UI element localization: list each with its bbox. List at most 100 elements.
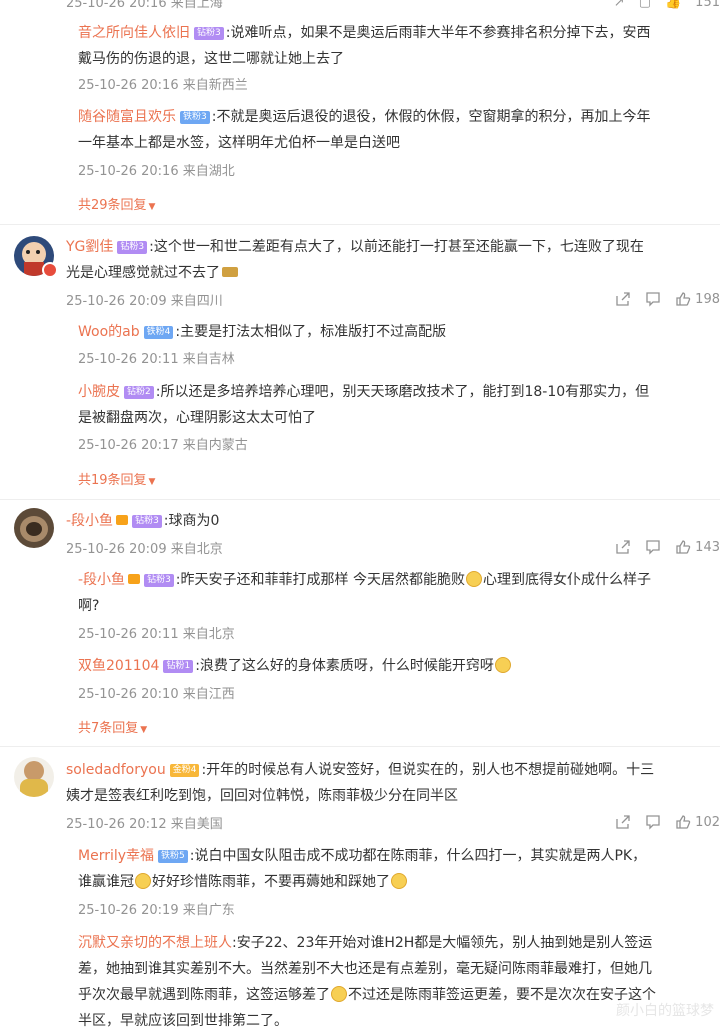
comment-icon[interactable] (645, 291, 661, 307)
like-icon (676, 292, 691, 306)
more-replies-link[interactable]: 共7条回复 ▼ (78, 717, 147, 736)
reply-text-cont: 戴马伤的伤退的退，这世二哪就让她上去了 (78, 51, 344, 67)
emoji-icon (494, 657, 511, 673)
fan-badge: 铁粉4 (143, 326, 174, 339)
comment-text-cont: 光是心理感觉就过不去了 (66, 265, 220, 281)
reply-author[interactable]: Woo的ab (78, 324, 140, 340)
more-replies-link[interactable]: 共29条回复 ▼ (78, 194, 155, 213)
fan-badge: 钻粉3 (117, 241, 148, 254)
like-icon[interactable]: 👍 (665, 0, 681, 10)
divider (0, 224, 720, 225)
share-icon[interactable] (615, 291, 631, 307)
divider (0, 746, 720, 747)
reply-text-cont: 乎次次最早就遇到陈雨菲，这签运够差了 (78, 987, 330, 1003)
reply-text-cont: 一年基本上都是水签，这样明年尤伯杯一单是白送吧 (78, 135, 400, 151)
reply-meta: 25-10-26 20:11 来自吉林 (78, 352, 235, 367)
reply: 音之所向佳人依旧 钻粉3:说难听点，如果不是奥运后雨菲大半年不参赛排名积分掉下去，… (78, 20, 718, 72)
comment-text: :球商为0 (163, 513, 220, 529)
like-button[interactable]: 102 (675, 814, 720, 830)
fan-badge: 铁粉5 (158, 850, 188, 863)
fan-badge: 钻粉1 (163, 660, 194, 673)
fan-badge: 钻粉3 (132, 515, 162, 528)
reply: Woo的ab 铁粉4:主要是打法太相似了，标准版打不过高配版 (78, 319, 718, 345)
comment-actions: 143 (580, 537, 720, 557)
avatar[interactable] (14, 757, 54, 797)
reply-author[interactable]: 双鱼201104 (78, 658, 159, 674)
like-icon (676, 815, 691, 829)
comment: soledadforyou 金粉4:开年的时候总有人说安签好，但说实在的，别人也不… (66, 757, 716, 809)
reply-text-cont: 不过还是陈雨菲签运更差，要不是次次在安子这个 (348, 987, 656, 1003)
reply-author[interactable]: 随谷随富且欢乐 (78, 109, 176, 125)
emoji-icon (135, 873, 151, 889)
comment-author[interactable]: YG劉佳 (66, 239, 113, 255)
reply-text-cont: 好好珍惜陈雨菲，不要再薅她和踩她了 (152, 874, 390, 890)
crown-icon (116, 515, 129, 525)
reply: 随谷随富且欢乐 铁粉3:不就是奥运后退役的退役，休假的休假，空窗期拿的积分，再加上… (78, 104, 718, 156)
comment-text: :这个世一和世二差距有点大了，以前还能打一打甚至还能赢一下，七连败了现在 (149, 239, 644, 255)
share-icon[interactable]: ↗ (614, 0, 625, 10)
reply-text: :安子22、23年开始对谁H2H都是大幅领先，别人抽到她是别人签运 (232, 935, 653, 951)
reply-text-cont: 谁赢谁冠 (78, 874, 134, 890)
comment-icon[interactable]: ▢ (639, 0, 651, 10)
like-button[interactable]: 198 (675, 291, 720, 307)
reply: 双鱼201104 钻粉1:浪费了这么好的身体素质呀，什么时候能开窍呀 (78, 653, 718, 679)
reply-meta: 25-10-26 20:16 来自新西兰 (78, 78, 248, 93)
reply-text: 心理到底得女仆成什么样子 (482, 572, 651, 588)
more-replies-link[interactable]: 共19条回复 ▼ (78, 469, 155, 488)
crown-icon (128, 574, 141, 584)
comment-text-cont: 姨才是签表红利吃到饱，回回对位韩悦，陈雨菲极少分在同半区 (66, 788, 458, 804)
reply-author[interactable]: 沉默又亲切的不想上班人 (78, 935, 232, 951)
reply-meta: 25-10-26 20:10 来自江西 (78, 687, 235, 702)
watermark: 颜小白的篮球梦 (616, 1003, 714, 1019)
reply: 小腕皮 钻粉2:所以还是多培养培养心理吧，别天天琢磨改技术了，能打到18-10有那… (78, 379, 718, 431)
share-icon[interactable] (615, 814, 631, 830)
comment-meta: 25-10-26 20:12 来自美国 (66, 817, 223, 832)
fan-badge: 钻粉2 (124, 386, 154, 399)
caret-down-icon: ▼ (140, 725, 148, 735)
comment-icon[interactable] (645, 539, 661, 555)
like-button[interactable]: 143 (675, 539, 720, 555)
comment-author[interactable]: -段小鱼 (66, 513, 113, 529)
reply-text: :不就是奥运后退役的退役，休假的休假，空窗期拿的积分，再加上今年 (211, 109, 651, 125)
caret-down-icon: ▼ (148, 202, 156, 212)
comment: -段小鱼 钻粉3:球商为0 (66, 508, 716, 534)
reply-meta: 25-10-26 20:16 来自上海 (66, 0, 223, 11)
reply-meta: 25-10-26 20:19 来自广东 (78, 903, 235, 918)
comment-author[interactable]: soledadforyou (66, 762, 166, 778)
comment-icon[interactable] (645, 814, 661, 830)
comment-actions: 102 (580, 812, 720, 832)
reply-author[interactable]: Merrily幸福 (78, 848, 154, 864)
reply-text: :所以还是多培养培养心理吧，别天天琢磨改技术了，能打到18-10有那实力，但 (155, 384, 650, 400)
reply-meta: 25-10-26 20:11 来自北京 (78, 627, 235, 642)
reply-text-cont: 是被翻盘两次，心理阴影这太太可怕了 (78, 410, 316, 426)
like-icon (676, 540, 691, 554)
comment-actions: 198 (580, 289, 720, 309)
fan-badge: 铁粉3 (180, 111, 210, 124)
reply-meta: 25-10-26 20:17 来自内蒙古 (78, 438, 248, 453)
comment-actions: ↗ ▢ 👍 151 (580, 0, 720, 12)
like-count: 143 (695, 539, 720, 555)
reply-text: :昨天安子还和菲菲打成那样 今天居然都能脆败 (175, 572, 465, 588)
like-count: 102 (695, 814, 720, 830)
like-count: 198 (695, 291, 720, 307)
fan-badge: 钻粉3 (144, 574, 174, 587)
reply-text: :主要是打法太相似了，标准版打不过高配版 (175, 324, 447, 340)
reply-text: :说难听点，如果不是奥运后雨菲大半年不参赛排名积分掉下去，安西 (225, 25, 651, 41)
comment: YG劉佳 钻粉3:这个世一和世二差距有点大了，以前还能打一打甚至还能赢一下，七连败… (66, 234, 716, 286)
verified-icon (42, 262, 58, 278)
reply-text: :说白中国女队阻击成不成功都在陈雨菲，什么四打一，其实就是两人PK， (189, 848, 647, 864)
like-count: 151 (695, 0, 720, 10)
reply-text-cont: 差，她抽到谁其实差别不大。当然差别不大也还是有点差别，毫无疑问陈雨菲最难打，但她… (78, 961, 652, 977)
avatar[interactable] (14, 508, 54, 548)
fan-badge: 金粉4 (169, 764, 200, 777)
caret-down-icon: ▼ (148, 477, 156, 487)
reply-meta: 25-10-26 20:16 来自湖北 (78, 164, 235, 179)
reply-text: :浪费了这么好的身体素质呀，什么时候能开窍呀 (195, 658, 494, 674)
reply: Merrily幸福 铁粉5:说白中国女队阻击成不成功都在陈雨菲，什么四打一，其实就… (78, 843, 718, 895)
reply-author[interactable]: -段小鱼 (78, 572, 125, 588)
reply-author[interactable]: 小腕皮 (78, 384, 120, 400)
fan-badge: 钻粉3 (194, 27, 224, 40)
reply-author[interactable]: 音之所向佳人依旧 (78, 25, 190, 41)
emoji-icon (391, 873, 407, 889)
share-icon[interactable] (615, 539, 631, 555)
